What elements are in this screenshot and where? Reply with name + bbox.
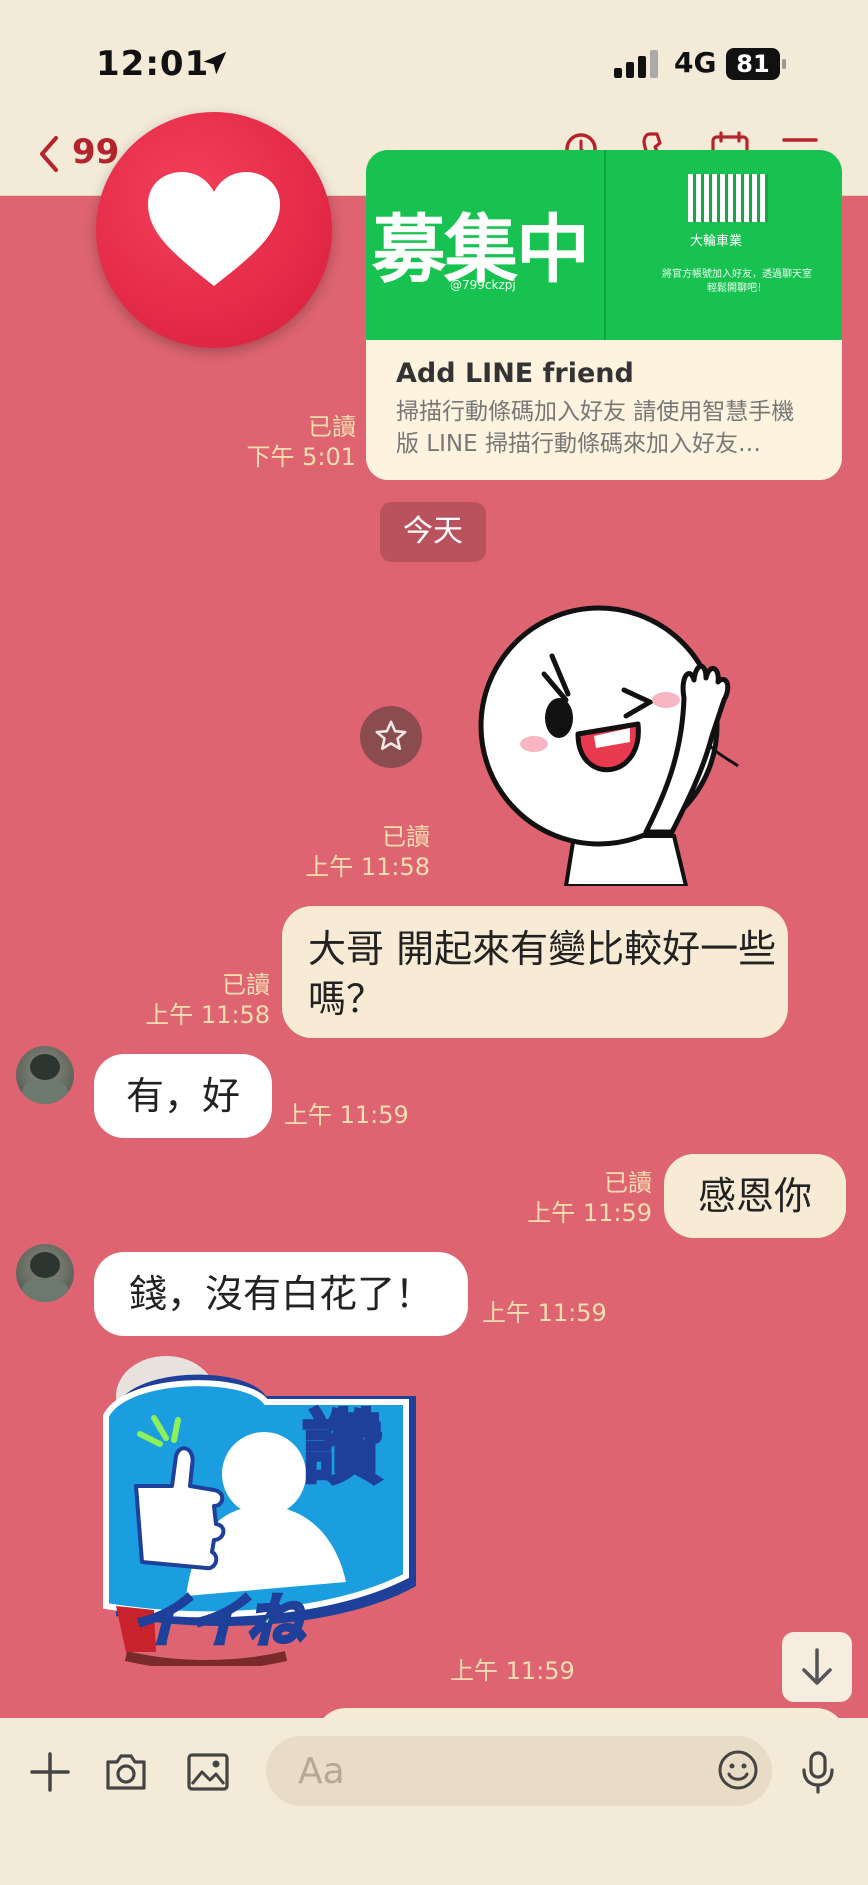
message-time: 上午 11:59 xyxy=(527,1199,652,1227)
message-time: 上午 11:58 xyxy=(305,853,430,881)
message-text-line1: 大哥 開起來有變比較好一些 xyxy=(308,927,777,971)
signal-icon xyxy=(614,50,658,78)
microphone-icon[interactable] xyxy=(794,1748,842,1796)
message-text-line2: 嗎？ xyxy=(308,977,385,1021)
emoji-icon[interactable] xyxy=(716,1748,760,1792)
qr-code-icon xyxy=(688,174,768,222)
message-time: 上午 11:59 xyxy=(450,1657,575,1685)
star-icon xyxy=(375,720,407,751)
moon-sticker[interactable] xyxy=(474,596,764,886)
avatar-body xyxy=(22,1080,68,1104)
read-receipt: 已讀 xyxy=(382,823,430,851)
avatar[interactable] xyxy=(16,1046,74,1104)
read-receipt: 已讀 xyxy=(604,1169,652,1197)
read-receipt: 已讀 xyxy=(308,413,356,441)
chat-screen: 12:01 4G 81 99 31 xyxy=(0,0,868,1885)
outgoing-message[interactable]: 感恩你 xyxy=(664,1154,846,1238)
card-right-sub: 將官方帳號加入好友，透過聊天室輕鬆開聊吧！ xyxy=(662,269,812,294)
incoming-message[interactable]: 有，好 xyxy=(94,1054,272,1138)
avatar-face xyxy=(30,1252,60,1278)
battery-level: 81 xyxy=(736,50,770,78)
card-meta: 已讀 下午 5:01 xyxy=(236,412,356,472)
card-text: 掃描行動條碼加入好友 請使用智慧手機版 LINE 掃描行動條碼來加入好友… xyxy=(396,399,795,457)
arrow-down-icon xyxy=(802,1648,832,1685)
camera-icon[interactable] xyxy=(102,1748,150,1796)
msg3-meta: 已讀 上午 11:59 xyxy=(520,1168,652,1228)
card-title: Add LINE friend xyxy=(396,358,634,389)
sticker1-meta: 已讀 上午 11:58 xyxy=(300,822,430,882)
location-arrow-icon xyxy=(203,51,227,75)
like-sticker[interactable]: 讚 イイね xyxy=(96,1356,432,1666)
msg1-meta: 已讀 上午 11:58 xyxy=(140,970,270,1030)
avatar[interactable] xyxy=(16,1244,74,1302)
message-time: 上午 11:59 xyxy=(482,1299,607,1327)
card-banner-left: 募集中 @799ckzpj xyxy=(366,150,606,340)
message-time: 上午 11:59 xyxy=(284,1101,409,1129)
like-sticker-text-bottom: イイね xyxy=(128,1586,305,1657)
message-time: 上午 11:58 xyxy=(145,1001,270,1029)
like-sticker-text-top: 讚 xyxy=(301,1401,384,1497)
network-type: 4G xyxy=(674,46,717,79)
message-time: 下午 5:01 xyxy=(246,443,356,471)
read-receipt: 已讀 xyxy=(222,971,270,999)
outgoing-message[interactable]: 大哥 開起來有變比較好一些 嗎？ xyxy=(282,906,788,1038)
back-icon[interactable] xyxy=(36,134,62,174)
date-separator: 今天 xyxy=(380,502,486,562)
heart-reaction-badge[interactable] xyxy=(96,112,332,348)
card-handle: @799ckzpj xyxy=(450,278,516,292)
chat-title[interactable]: 99 xyxy=(72,132,119,172)
avatar-face xyxy=(30,1054,60,1080)
scroll-to-bottom-button[interactable] xyxy=(782,1632,852,1702)
incoming-message[interactable]: 錢，沒有白花了！ xyxy=(94,1252,468,1336)
card-banner: 募集中 @799ckzpj 大輪車業 將官方帳號加入好友，透過聊天室輕鬆開聊吧！ xyxy=(366,150,842,340)
card-right-title: 大輪車業 xyxy=(690,234,743,249)
add-friend-card[interactable]: 募集中 @799ckzpj 大輪車業 將官方帳號加入好友，透過聊天室輕鬆開聊吧！… xyxy=(366,150,842,480)
image-icon[interactable] xyxy=(184,1748,232,1796)
status-time: 12:01 xyxy=(96,44,210,84)
heart-icon xyxy=(148,172,280,286)
message-input[interactable] xyxy=(266,1736,772,1806)
plus-icon[interactable] xyxy=(26,1748,74,1796)
favorite-sticker-button[interactable] xyxy=(360,706,422,768)
avatar-body xyxy=(22,1278,68,1302)
